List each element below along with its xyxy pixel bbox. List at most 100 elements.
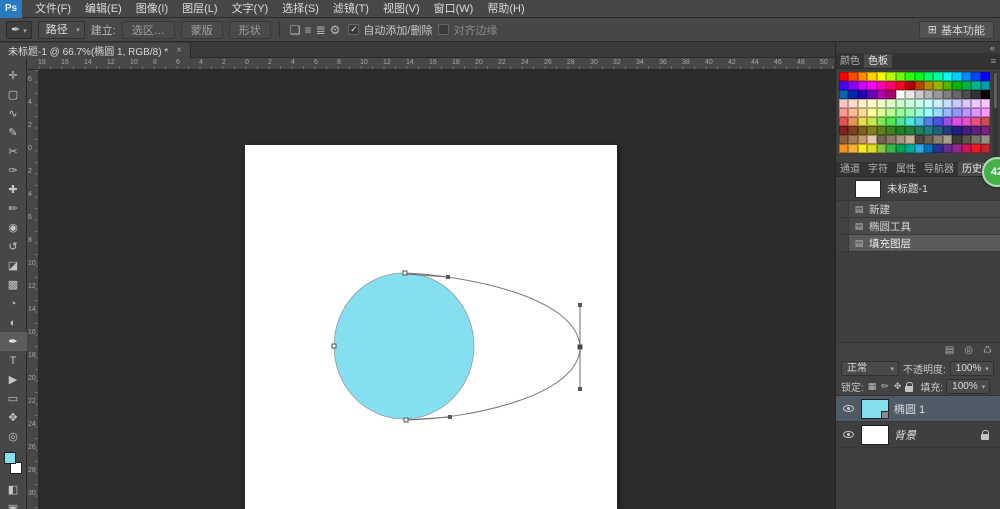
color-swatch[interactable] bbox=[962, 126, 971, 135]
color-swatch[interactable] bbox=[933, 72, 942, 81]
color-swatch[interactable] bbox=[848, 144, 857, 153]
color-swatch[interactable] bbox=[877, 81, 886, 90]
color-swatch[interactable] bbox=[981, 144, 990, 153]
lock-pixels-button[interactable]: ✏ bbox=[880, 381, 890, 392]
ruler-origin-corner[interactable] bbox=[27, 58, 39, 70]
zoom-tool[interactable]: ◎ bbox=[0, 427, 27, 446]
color-swatch[interactable] bbox=[905, 72, 914, 81]
menu-view[interactable]: 视图(V) bbox=[376, 0, 427, 18]
gear-settings-button[interactable]: ⚙ bbox=[328, 21, 343, 39]
path-arrange-button[interactable]: ≣ bbox=[314, 21, 328, 39]
color-swatch[interactable] bbox=[943, 72, 952, 81]
color-swatch[interactable] bbox=[896, 108, 905, 117]
color-swatch[interactable] bbox=[952, 135, 961, 144]
color-swatch[interactable] bbox=[877, 108, 886, 117]
visibility-toggle[interactable] bbox=[840, 405, 856, 412]
color-swatch[interactable] bbox=[858, 144, 867, 153]
color-swatch[interactable] bbox=[924, 90, 933, 99]
collapse-panels-icon[interactable]: « bbox=[990, 43, 995, 53]
blur-tool[interactable]: ◔ bbox=[0, 294, 27, 313]
color-swatch[interactable] bbox=[962, 135, 971, 144]
menu-image[interactable]: 图像(I) bbox=[129, 0, 175, 18]
tab-navigator[interactable]: 导航器 bbox=[920, 162, 958, 176]
new-document-from-state-button[interactable]: ▤ bbox=[945, 345, 954, 356]
history-brush-tool[interactable]: ↺ bbox=[0, 237, 27, 256]
color-swatch[interactable] bbox=[933, 99, 942, 108]
make-selection-button[interactable]: 选区… bbox=[122, 21, 175, 39]
path-anchor-bottom[interactable] bbox=[404, 418, 408, 422]
color-swatch[interactable] bbox=[915, 72, 924, 81]
color-swatch[interactable] bbox=[905, 99, 914, 108]
path-anchor-left[interactable] bbox=[332, 344, 336, 348]
color-swatch[interactable] bbox=[867, 117, 876, 126]
menu-layer[interactable]: 图层(L) bbox=[175, 0, 224, 18]
color-swatch[interactable] bbox=[848, 135, 857, 144]
handle-point[interactable] bbox=[578, 303, 582, 307]
color-swatch[interactable] bbox=[952, 108, 961, 117]
color-swatch[interactable] bbox=[962, 108, 971, 117]
color-swatch[interactable] bbox=[886, 72, 895, 81]
menu-help[interactable]: 帮助(H) bbox=[480, 0, 531, 18]
tab-properties[interactable]: 属性 bbox=[892, 162, 920, 176]
color-swatch[interactable] bbox=[896, 126, 905, 135]
color-swatch[interactable] bbox=[971, 81, 980, 90]
color-swatch[interactable] bbox=[867, 144, 876, 153]
tool-preset-picker[interactable]: ✒ bbox=[6, 21, 32, 39]
color-swatch[interactable] bbox=[867, 99, 876, 108]
color-swatch[interactable] bbox=[848, 90, 857, 99]
handle-point[interactable] bbox=[578, 387, 582, 391]
layer-row-background[interactable]: 背景 bbox=[836, 422, 1000, 448]
tab-channels[interactable]: 通道 bbox=[836, 162, 864, 176]
color-swatch[interactable] bbox=[924, 72, 933, 81]
color-swatch[interactable] bbox=[848, 81, 857, 90]
color-swatch[interactable] bbox=[896, 135, 905, 144]
color-swatch[interactable] bbox=[886, 144, 895, 153]
color-swatch[interactable] bbox=[952, 126, 961, 135]
color-swatch[interactable] bbox=[981, 135, 990, 144]
color-swatch[interactable] bbox=[924, 81, 933, 90]
color-swatch[interactable] bbox=[915, 108, 924, 117]
color-swatch[interactable] bbox=[886, 90, 895, 99]
color-swatch[interactable] bbox=[839, 135, 848, 144]
vertical-ruler[interactable]: 642024681012141618202224262830 bbox=[27, 70, 39, 509]
color-swatch[interactable] bbox=[839, 108, 848, 117]
color-swatch[interactable] bbox=[839, 99, 848, 108]
tab-color[interactable]: 颜色 bbox=[836, 54, 864, 68]
color-swatch[interactable] bbox=[981, 126, 990, 135]
color-swatch[interactable] bbox=[924, 144, 933, 153]
scrollbar[interactable] bbox=[993, 72, 998, 159]
panel-menu-icon[interactable]: ≡ bbox=[987, 54, 1000, 68]
blend-mode-select[interactable]: 正常 bbox=[841, 361, 899, 376]
move-tool[interactable]: ✛ bbox=[0, 66, 27, 85]
color-swatch[interactable] bbox=[981, 72, 990, 81]
color-swatch[interactable] bbox=[933, 144, 942, 153]
tab-swatches[interactable]: 色板 bbox=[864, 54, 892, 68]
canvas-area[interactable] bbox=[39, 70, 835, 509]
healing-brush-tool[interactable]: ✚ bbox=[0, 180, 27, 199]
marquee-tool[interactable]: ▢ bbox=[0, 85, 27, 104]
color-swatch[interactable] bbox=[933, 117, 942, 126]
menu-select[interactable]: 选择(S) bbox=[275, 0, 326, 18]
workspace-switcher[interactable]: ⊞ 基本功能 bbox=[919, 21, 994, 39]
history-source-cell[interactable] bbox=[836, 201, 849, 217]
color-swatch[interactable] bbox=[867, 108, 876, 117]
color-swatch[interactable] bbox=[971, 135, 980, 144]
color-swatch[interactable] bbox=[943, 117, 952, 126]
color-swatch[interactable] bbox=[971, 90, 980, 99]
color-swatch[interactable] bbox=[943, 99, 952, 108]
color-swatch[interactable] bbox=[962, 72, 971, 81]
color-swatch[interactable] bbox=[905, 108, 914, 117]
delete-state-button[interactable]: ♺ bbox=[983, 345, 992, 356]
color-swatch[interactable] bbox=[839, 81, 848, 90]
color-swatch[interactable] bbox=[971, 72, 980, 81]
color-swatch[interactable] bbox=[886, 135, 895, 144]
path-anchor-right[interactable] bbox=[578, 345, 582, 349]
tab-character[interactable]: 字符 bbox=[864, 162, 892, 176]
color-swatch[interactable] bbox=[933, 108, 942, 117]
make-mask-button[interactable]: 蒙版 bbox=[181, 21, 223, 39]
color-swatch[interactable] bbox=[905, 117, 914, 126]
screen-mode[interactable]: ▣ bbox=[0, 499, 27, 509]
color-swatch[interactable] bbox=[877, 99, 886, 108]
menu-window[interactable]: 窗口(W) bbox=[427, 0, 481, 18]
type-tool[interactable]: T bbox=[0, 351, 27, 370]
